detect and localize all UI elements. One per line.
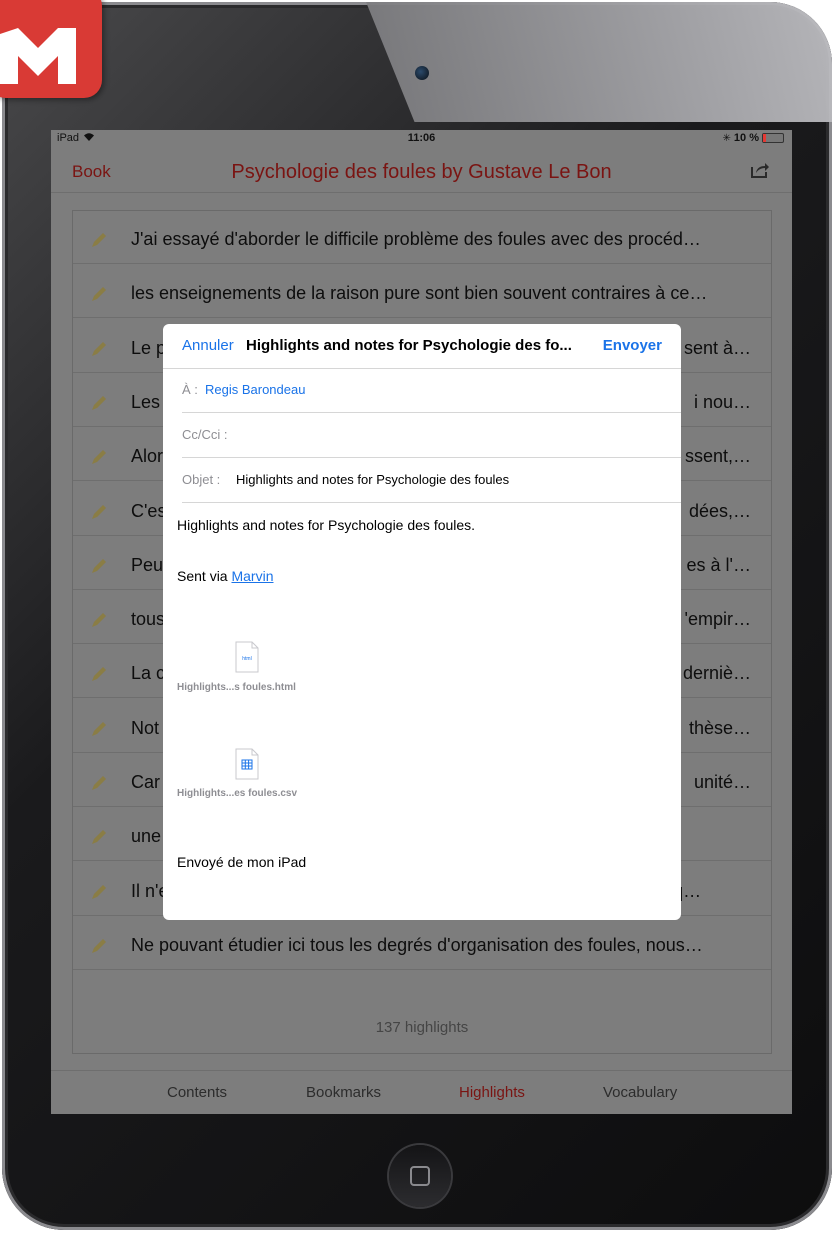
highlight-text: Alor [131,446,164,467]
highlight-text: Ne pouvant étudier ici tous les degrés d… [131,934,703,955]
highlight-row[interactable]: les enseignements de la raison pure sont… [73,271,771,319]
send-button[interactable]: Envoyer [603,337,662,354]
highlight-text-tail: dées,… [688,500,751,521]
highlight-text-tail: 'empir… [684,609,751,630]
message-body[interactable]: Highlights and notes for Psychologie des… [177,517,475,533]
compose-title: Highlights and notes for Psychologie des… [246,337,572,354]
cancel-button[interactable]: Annuler [182,337,234,354]
to-field[interactable]: À : Regis Barondeau [182,368,681,413]
highlight-text-tail: thèse… [688,717,751,738]
compose-header: Annuler Highlights and notes for Psychol… [163,324,681,369]
pencil-icon [90,883,108,906]
attachment-html-name[interactable]: Highlights...s foules.html [177,682,296,693]
attachment-csv-name[interactable]: Highlights...es foules.csv [177,788,297,799]
html-file-icon[interactable]: html [235,641,259,673]
sent-via-line: Sent via Marvin [177,568,274,584]
highlight-text: une [131,826,162,847]
battery-percent: 10 % [733,132,759,144]
pencil-icon [90,231,108,254]
highlight-text: Les [131,391,161,412]
highlight-text: J'ai essayé d'aborder le difficile probl… [131,229,701,249]
battery-status: ✳ 10 % [723,132,784,144]
highlight-text-tail: sent à… [683,337,751,358]
tab-bar: Contents Bookmarks Highlights Vocabulary [51,1070,792,1114]
cc-field[interactable]: Cc/Cci : [182,413,681,458]
pencil-icon [90,503,108,526]
highlight-text: les enseignements de la raison pure sont… [131,283,708,304]
subject-value[interactable]: Highlights and notes for Psychologie des… [236,472,509,487]
book-title: Psychologie des foules by Gustave Le Bon [231,161,612,183]
pencil-icon [90,448,108,471]
highlight-text-tail: i nou… [693,391,751,412]
navigation-bar: Book Psychologie des foules by Gustave L… [51,146,792,193]
share-icon[interactable] [750,161,770,184]
highlight-text: La c [131,663,166,684]
highlight-text: Peu [131,554,164,575]
ipad-frame: iPad 11:06 ✳ 10 % Book Psychologie des f… [2,2,832,1230]
status-time: 11:06 [407,132,436,144]
front-camera [415,66,429,80]
marvin-app-logo [0,0,102,98]
pencil-icon [90,285,108,308]
highlight-count: 137 highlights [375,1019,469,1036]
tab-vocabulary[interactable]: Vocabulary [603,1084,677,1101]
highlight-text-tail: derniè… [682,663,751,684]
signature[interactable]: Envoyé de mon iPad [177,854,306,870]
highlight-text: tous [131,609,166,630]
sent-via-text: Sent via [177,568,228,584]
home-button[interactable] [389,1145,451,1207]
pencil-icon [90,937,108,960]
status-bar: iPad 11:06 ✳ 10 % [51,130,792,146]
mail-compose-sheet: Annuler Highlights and notes for Psychol… [163,324,681,920]
tab-bookmarks[interactable]: Bookmarks [306,1084,381,1101]
pencil-icon [90,557,108,580]
pencil-icon [90,828,108,851]
pencil-icon [90,774,108,797]
highlight-text: Car [131,772,161,792]
tab-highlights[interactable]: Highlights [459,1084,525,1101]
highlight-row[interactable]: J'ai essayé d'aborder le difficile probl… [73,217,771,264]
highlight-text: Le p [131,337,167,358]
to-recipient[interactable]: Regis Barondeau [205,382,305,397]
pencil-icon [90,394,108,417]
frame-glare [362,2,832,122]
csv-file-icon[interactable] [235,748,259,780]
pencil-icon [90,720,108,743]
tab-contents[interactable]: Contents [167,1084,227,1101]
pencil-icon [90,665,108,688]
pencil-icon [90,611,108,634]
home-square-icon [410,1166,430,1186]
highlight-text-tail: es à l'… [686,554,751,575]
battery-icon [762,133,784,143]
marvin-link[interactable]: Marvin [231,568,273,584]
highlight-text: Not [131,717,160,738]
highlight-text-tail: ssent,… [684,446,751,467]
pencil-icon [90,340,108,363]
subject-field[interactable]: Objet : Highlights and notes for Psychol… [182,458,681,503]
html-icon-label: html [242,656,251,662]
cc-label: Cc/Cci : [182,427,228,442]
bluetooth-icon: ✳ [722,132,731,144]
highlight-text-tail: unité… [693,772,751,792]
subject-label: Objet : [182,472,221,487]
to-label: À : [182,382,198,397]
highlight-row[interactable]: Ne pouvant étudier ici tous les degrés d… [73,923,771,970]
highlight-text: C'es [131,500,167,521]
